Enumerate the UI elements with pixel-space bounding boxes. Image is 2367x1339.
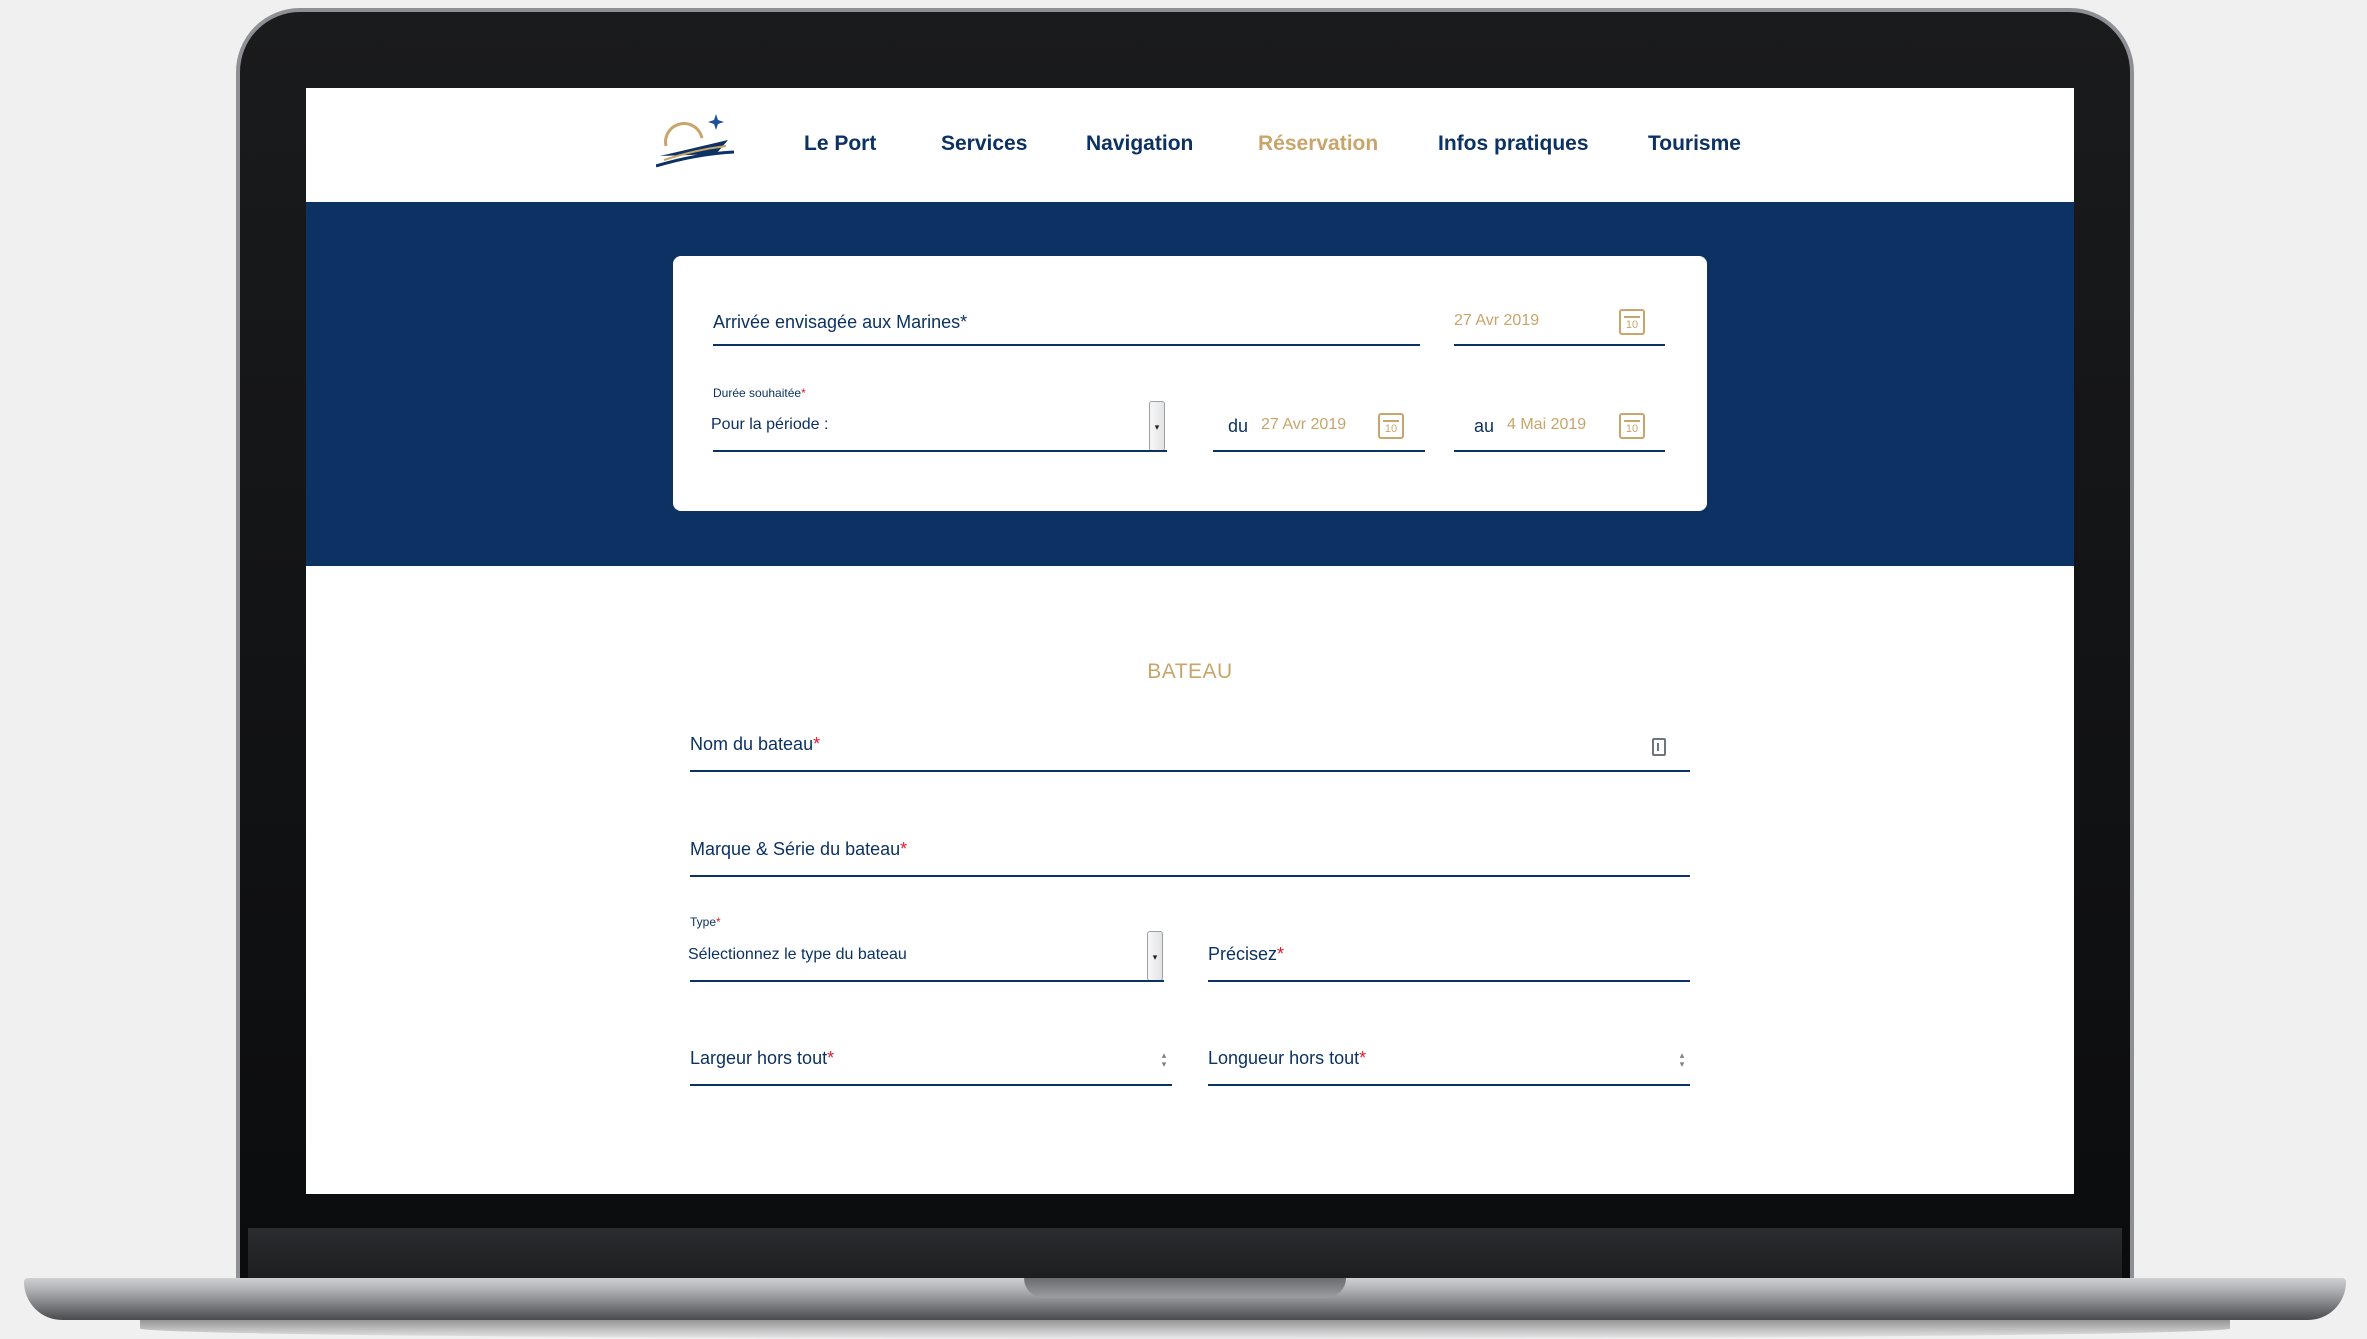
boat-type-select[interactable]: Sélectionnez le type du bateau — [688, 946, 907, 964]
nav-navigation[interactable]: Navigation — [1086, 132, 1193, 156]
to-date[interactable]: 4 Mai 2019 — [1507, 416, 1586, 434]
boat-name-input[interactable] — [690, 770, 1690, 772]
chevron-down-icon[interactable]: ▾ — [1149, 401, 1165, 451]
boat-type-select-line — [690, 980, 1164, 982]
boat-specify-label: Précisez* — [1208, 944, 1285, 964]
laptop-chin — [248, 1228, 2122, 1278]
boat-specify-input[interactable] — [1208, 980, 1690, 982]
laptop-notch — [1024, 1278, 1346, 1298]
boat-length-label: Longueur hors tout* — [1208, 1048, 1367, 1068]
boat-width-input[interactable] — [690, 1084, 1172, 1086]
arrival-date[interactable]: 27 Avr 2019 — [1454, 312, 1539, 330]
boat-brand-input[interactable] — [690, 875, 1690, 877]
from-date[interactable]: 27 Avr 2019 — [1261, 416, 1346, 434]
duration-label: Durée souhaitée* — [713, 386, 806, 400]
nav-services[interactable]: Services — [941, 132, 1027, 156]
calendar-icon[interactable]: 10 — [1619, 413, 1645, 439]
boat-name-label: Nom du bateau* — [690, 734, 821, 754]
from-date-input[interactable] — [1213, 450, 1425, 452]
nav-infos-pratiques[interactable]: Infos pratiques — [1438, 132, 1589, 156]
nav-tourisme[interactable]: Tourisme — [1648, 132, 1741, 156]
arrival-label: Arrivée envisagée aux Marines* — [713, 312, 968, 332]
nav-reservation[interactable]: Réservation — [1258, 132, 1378, 156]
contact-card-icon — [1652, 738, 1666, 756]
boat-brand-label: Marque & Série du bateau* — [690, 839, 908, 859]
laptop-shadow — [140, 1318, 2230, 1339]
browser-screen: Le Port Services Navigation Réservation … — [306, 88, 2074, 1194]
boat-length-input[interactable] — [1208, 1084, 1690, 1086]
spinner-arrows-icon[interactable]: ▴ ▾ — [1677, 1051, 1687, 1069]
chevron-down-icon[interactable]: ▾ — [1147, 931, 1163, 981]
section-title-bateau: BATEAU — [1147, 660, 1233, 683]
to-label: au — [1474, 416, 1495, 436]
duration-select-line — [713, 450, 1167, 452]
spinner-arrows-icon[interactable]: ▴ ▾ — [1159, 1051, 1169, 1069]
arrival-card: Arrivée envisagée aux Marines* 27 Avr 20… — [673, 256, 1707, 511]
duration-select[interactable]: Pour la période : — [711, 416, 828, 434]
nav-le-port[interactable]: Le Port — [804, 132, 876, 156]
booking-banner: Arrivée envisagée aux Marines* 27 Avr 20… — [306, 202, 2074, 566]
site-header: Le Port Services Navigation Réservation … — [306, 88, 2074, 202]
calendar-icon[interactable]: 10 — [1619, 309, 1645, 335]
from-label: du — [1228, 416, 1249, 436]
boat-type-label: Type* — [690, 915, 721, 929]
calendar-icon[interactable]: 10 — [1378, 413, 1404, 439]
arrival-date-input[interactable] — [1454, 344, 1665, 346]
arrival-input[interactable] — [713, 344, 1420, 346]
port-logo-icon[interactable] — [656, 110, 740, 172]
to-date-input[interactable] — [1454, 450, 1665, 452]
boat-width-label: Largeur hors tout* — [690, 1048, 835, 1068]
